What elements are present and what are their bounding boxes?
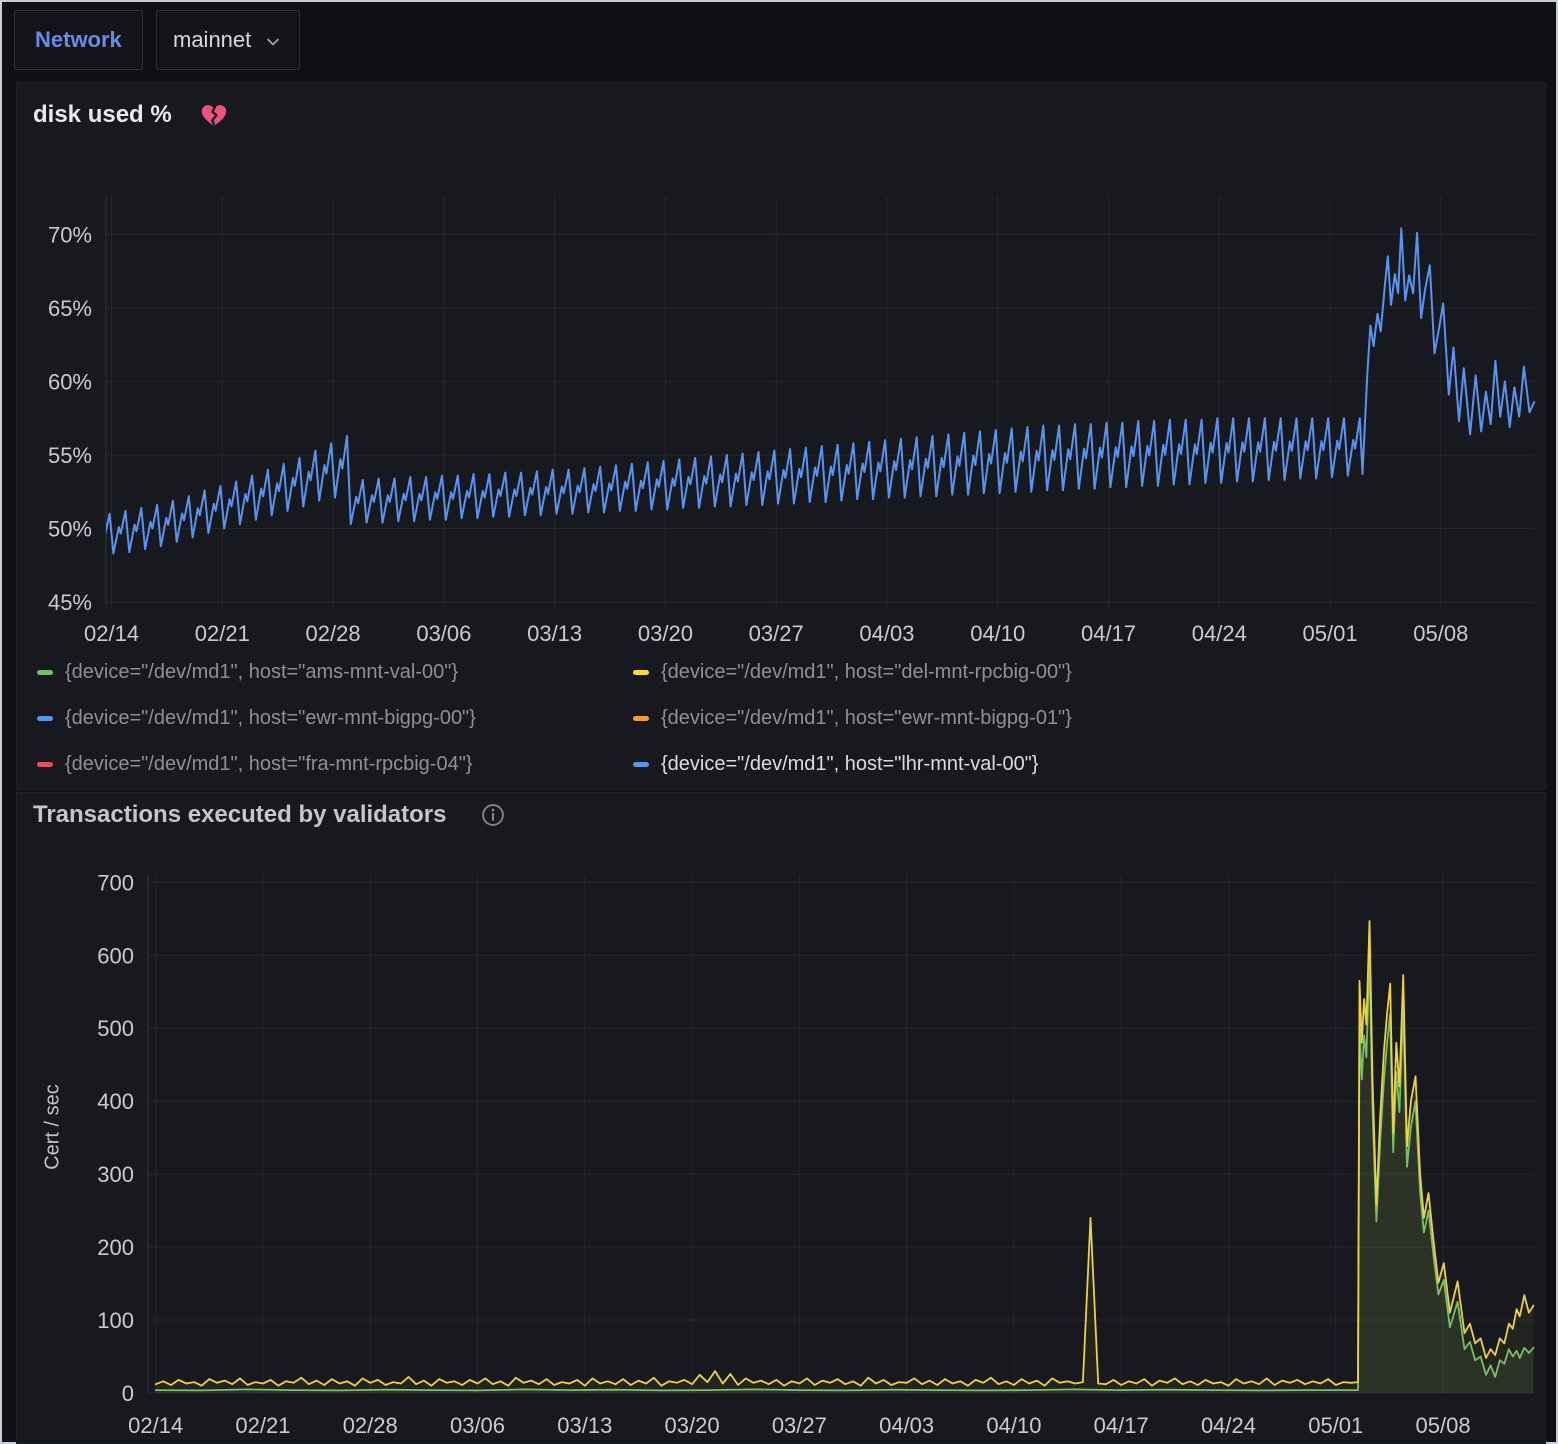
legend-label[interactable]: {device="/dev/md1", host="del-mnt-rpcbig… — [661, 661, 1072, 684]
y-tick-label: 700 — [97, 870, 134, 895]
legend-label[interactable]: {device="/dev/md1", host="fra-mnt-rpcbig… — [65, 753, 473, 776]
x-tick-label: 03/06 — [450, 1413, 505, 1438]
x-tick-label: 02/21 — [195, 621, 250, 646]
series-fill — [156, 921, 1534, 1393]
legend-item[interactable]: {device="/dev/md1", host="fra-mnt-rpcbig… — [37, 741, 633, 787]
series-line[interactable] — [156, 955, 1534, 1390]
x-tick-label: 02/28 — [306, 621, 361, 646]
x-tick-label: 04/03 — [859, 621, 914, 646]
y-tick-label: 400 — [97, 1089, 134, 1114]
chevron-down-icon — [263, 32, 283, 52]
y-tick-label: 70% — [48, 222, 92, 247]
series-line[interactable] — [98, 228, 1535, 555]
x-tick-label: 05/08 — [1416, 1413, 1471, 1438]
legend-swatch-icon — [633, 716, 649, 721]
network-dropdown[interactable]: mainnet — [156, 10, 300, 70]
x-tick-label: 03/13 — [527, 621, 582, 646]
y-tick-label: 0 — [122, 1381, 134, 1406]
x-tick-label: 02/14 — [84, 621, 139, 646]
x-tick-label: 04/17 — [1081, 621, 1136, 646]
y-tick-label: 500 — [97, 1016, 134, 1041]
x-tick-label: 03/27 — [772, 1413, 827, 1438]
legend-label[interactable]: {device="/dev/md1", host="lhr-mnt-val-00… — [661, 753, 1038, 776]
y-tick-label: 60% — [48, 369, 92, 394]
network-dropdown-value[interactable]: mainnet — [173, 27, 251, 53]
legend-swatch-icon — [37, 670, 53, 675]
panel-transactions: Transactions executed by validators Cert… — [16, 792, 1546, 1444]
legend-item[interactable]: {device="/dev/md1", host="del-mnt-rpcbig… — [633, 649, 1533, 695]
x-tick-label: 05/01 — [1303, 621, 1358, 646]
y-tick-label: 300 — [97, 1162, 134, 1187]
y-tick-label: 55% — [48, 443, 92, 468]
x-tick-label: 04/10 — [970, 621, 1025, 646]
x-tick-label: 03/20 — [665, 1413, 720, 1438]
x-tick-label: 05/08 — [1413, 621, 1468, 646]
legend-label[interactable]: {device="/dev/md1", host="ewr-mnt-bigpg-… — [661, 707, 1072, 730]
x-tick-label: 04/24 — [1201, 1413, 1256, 1438]
y-tick-label: 65% — [48, 296, 92, 321]
y-tick-label: 200 — [97, 1235, 134, 1260]
disk-used-legend: {device="/dev/md1", host="ams-mnt-val-00… — [37, 649, 1533, 787]
legend-swatch-icon — [633, 762, 649, 767]
variable-label: Network — [35, 27, 122, 53]
variable-label-box: Network — [14, 10, 143, 70]
legend-label[interactable]: {device="/dev/md1", host="ewr-mnt-bigpg-… — [65, 707, 476, 730]
dashboard-toolbar: Network mainnet — [2, 2, 1556, 80]
legend-item[interactable]: {device="/dev/md1", host="ewr-mnt-bigpg-… — [633, 695, 1533, 741]
x-tick-label: 03/20 — [638, 621, 693, 646]
panel-disk-used: disk used % 02/1402/2102/2803/0603/1303/… — [16, 82, 1546, 790]
legend-label[interactable]: {device="/dev/md1", host="ams-mnt-val-00… — [65, 661, 458, 684]
x-tick-label: 04/10 — [986, 1413, 1041, 1438]
legend-swatch-icon — [633, 670, 649, 675]
legend-swatch-icon — [37, 716, 53, 721]
transactions-chart[interactable]: 02/14 02/21 02/28 03/06 03/13 03/20 03/27 04/03… — [17, 793, 1547, 1444]
x-tick-label: 04/24 — [1192, 621, 1247, 646]
x-tick-label: 03/27 — [749, 621, 804, 646]
legend-item[interactable]: {device="/dev/md1", host="lhr-mnt-val-00… — [633, 741, 1533, 787]
x-tick-label: 04/17 — [1094, 1413, 1149, 1438]
y-tick-label: 45% — [48, 590, 92, 615]
dashboard: { "toolbar": { "variable_label": "Networ… — [0, 0, 1558, 1444]
x-tick-label: 04/03 — [879, 1413, 934, 1438]
x-tick-label: 02/21 — [235, 1413, 290, 1438]
x-tick-label: 03/06 — [416, 621, 471, 646]
series-line[interactable] — [156, 921, 1534, 1386]
legend-item[interactable]: {device="/dev/md1", host="ewr-mnt-bigpg-… — [37, 695, 633, 741]
x-tick-label: 03/13 — [557, 1413, 612, 1438]
x-tick-label: 02/28 — [343, 1413, 398, 1438]
legend-swatch-icon — [37, 762, 53, 767]
legend-item[interactable]: {device="/dev/md1", host="ams-mnt-val-00… — [37, 649, 633, 695]
x-tick-label: 05/01 — [1308, 1413, 1363, 1438]
y-tick-label: 50% — [48, 517, 92, 542]
x-tick-label: 02/14 — [128, 1413, 183, 1438]
y-tick-label: 600 — [97, 943, 134, 968]
y-tick-label: 100 — [97, 1308, 134, 1333]
